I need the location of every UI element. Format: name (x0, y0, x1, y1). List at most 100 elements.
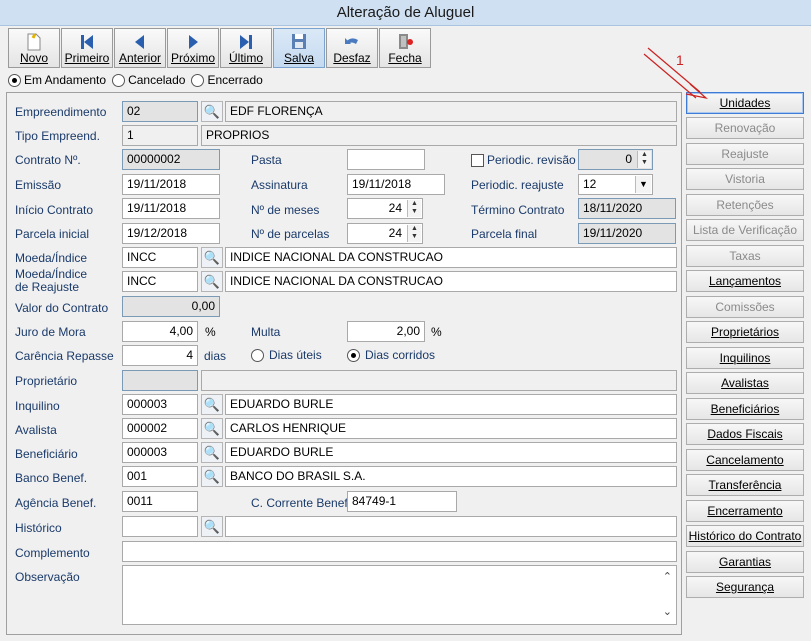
anterior-button[interactable]: Anterior (114, 28, 166, 68)
scroll-down-icon[interactable]: ⌄ (663, 603, 672, 622)
cancelamento-button[interactable]: Cancelamento (686, 449, 804, 471)
tipo-empreend-label: Tipo Empreend. (15, 129, 100, 143)
dados-fiscais-button[interactable]: Dados Fiscais (686, 423, 804, 445)
observacao-textarea[interactable]: ⌃ ⌄ (122, 565, 677, 625)
moeda-reajuste-search-icon[interactable]: 🔍 (201, 271, 223, 292)
salva-button[interactable]: Salva (273, 28, 325, 68)
spinner-arrows-icon[interactable]: ▲ ▼ (407, 200, 421, 217)
parcela-final-label: Parcela final (471, 227, 538, 241)
historico-code-field[interactable] (122, 516, 198, 537)
status-encerrado-radio[interactable]: Encerrado (191, 73, 263, 87)
empreendimento-label: Empreendimento (15, 105, 107, 119)
lista-verificacao-button[interactable]: Lista de Verificação (686, 219, 804, 241)
historico-name-field (225, 516, 677, 537)
save-disk-icon (274, 29, 324, 51)
radio-unselected (191, 73, 205, 87)
conta-corrente-label: C. Corrente Benef. (251, 496, 352, 510)
termino-label: Término Contrato (471, 203, 565, 217)
inicio-contrato-label: Início Contrato (15, 203, 94, 217)
pasta-field[interactable] (347, 149, 425, 170)
novo-button[interactable]: Novo (8, 28, 60, 68)
multa-label: Multa (251, 325, 281, 339)
fecha-button[interactable]: Fecha (379, 28, 431, 68)
inquilinos-button[interactable]: Inquilinos (686, 347, 804, 369)
encerramento-button[interactable]: Encerramento (686, 500, 804, 522)
moeda-reajuste-code-field[interactable]: INCC (122, 271, 198, 292)
renovacao-button[interactable]: Renovação (686, 117, 804, 139)
spinner-arrows-icon[interactable]: ▲ ▼ (637, 151, 651, 168)
parcela-inicial-field[interactable]: 19/12/2018 (122, 223, 220, 244)
scroll-up-icon[interactable]: ⌃ (663, 568, 672, 587)
proprietarios-button[interactable]: Proprietários (686, 321, 804, 343)
inicio-contrato-field[interactable]: 19/11/2018 (122, 198, 220, 219)
retencoes-button[interactable]: Retenções (686, 194, 804, 216)
empreendimento-search-icon[interactable]: 🔍 (201, 101, 223, 122)
avalistas-button[interactable]: Avalistas (686, 372, 804, 394)
observacao-label: Observação (15, 570, 80, 584)
empreendimento-code-field[interactable]: 02 (122, 101, 198, 122)
beneficiario-search-icon[interactable]: 🔍 (201, 442, 223, 463)
radio-selected (8, 73, 21, 87)
status-cancelado-radio[interactable]: Cancelado (112, 73, 185, 87)
historico-search-icon[interactable]: 🔍 (201, 516, 223, 537)
juro-mora-label: Juro de Mora (15, 325, 86, 339)
avalista-search-icon[interactable]: 🔍 (201, 418, 223, 439)
inquilino-search-icon[interactable]: 🔍 (201, 394, 223, 415)
vistoria-button[interactable]: Vistoria (686, 168, 804, 190)
transferencia-button[interactable]: Transferência (686, 474, 804, 496)
periodic-revisao-field[interactable]: 0 ▲ ▼ (578, 149, 653, 170)
beneficiarios-button[interactable]: Beneficiários (686, 398, 804, 420)
desfaz-button[interactable]: Desfaz (326, 28, 378, 68)
juro-unit: % (205, 325, 216, 339)
agencia-field[interactable]: 0011 (122, 491, 198, 512)
banco-benef-label: Banco Benef. (15, 471, 88, 485)
seguranca-button[interactable]: Segurança (686, 576, 804, 598)
exit-door-icon (380, 29, 430, 51)
primeiro-button[interactable]: Primeiro (61, 28, 113, 68)
inquilino-name-field: EDUARDO BURLE (225, 394, 677, 415)
conta-corrente-field[interactable]: 84749-1 (347, 491, 457, 512)
moeda-code-field[interactable]: INCC (122, 247, 198, 268)
lancamentos-button[interactable]: Lançamentos (686, 270, 804, 292)
meses-field[interactable]: 24 ▲ ▼ (347, 198, 423, 219)
garantias-button[interactable]: Garantias (686, 551, 804, 573)
status-radio-group: Em Andamento Cancelado Encerrado (8, 71, 269, 89)
agencia-benef-label: Agência Benef. (15, 496, 97, 510)
complemento-field[interactable] (122, 541, 677, 562)
multa-field[interactable]: 2,00 (347, 321, 425, 342)
carencia-field[interactable]: 4 (122, 345, 198, 366)
avalista-code-field[interactable]: 000002 (122, 418, 198, 439)
emissao-field[interactable]: 19/11/2018 (122, 174, 220, 195)
inquilino-code-field[interactable]: 000003 (122, 394, 198, 415)
window-title: Alteração de Aluguel (0, 0, 811, 26)
historico-contrato-button[interactable]: Histórico do Contrato (686, 525, 804, 547)
complemento-label: Complemento (15, 546, 90, 560)
periodic-reajuste-select[interactable]: 12 ▼ (578, 174, 653, 195)
periodic-revisao-checkbox[interactable]: Periodic. revisão (471, 153, 576, 168)
status-em-andamento-radio[interactable]: Em Andamento (8, 73, 106, 87)
proximo-button[interactable]: Próximo (167, 28, 219, 68)
valor-contrato-field: 0,00 (122, 296, 220, 317)
banco-search-icon[interactable]: 🔍 (201, 466, 223, 487)
ultimo-button[interactable]: Último (220, 28, 272, 68)
parcelas-field[interactable]: 24 ▲ ▼ (347, 223, 423, 244)
beneficiario-code-field[interactable]: 000003 (122, 442, 198, 463)
dias-corridos-radio[interactable]: Dias corridos (347, 348, 435, 362)
chevron-down-icon[interactable]: ▼ (635, 176, 651, 193)
taxas-button[interactable]: Taxas (686, 245, 804, 267)
beneficiario-name-field: EDUARDO BURLE (225, 442, 677, 463)
radio-unselected (251, 348, 264, 362)
carencia-label: Carência Repasse (15, 349, 114, 363)
reajuste-button[interactable]: Reajuste (686, 143, 804, 165)
moeda-search-icon[interactable]: 🔍 (201, 247, 223, 268)
spinner-arrows-icon[interactable]: ▲ ▼ (407, 225, 421, 242)
inquilino-label: Inquilino (15, 399, 60, 413)
first-record-icon (62, 29, 112, 51)
juro-mora-field[interactable]: 4,00 (122, 321, 198, 342)
comissoes-button[interactable]: Comissões (686, 296, 804, 318)
dias-uteis-radio[interactable]: Dias úteis (251, 348, 322, 362)
termino-field: 18/11/2020 (578, 198, 676, 219)
banco-code-field[interactable]: 001 (122, 466, 198, 487)
assinatura-field[interactable]: 19/11/2018 (347, 174, 445, 195)
radio-selected (347, 348, 360, 362)
